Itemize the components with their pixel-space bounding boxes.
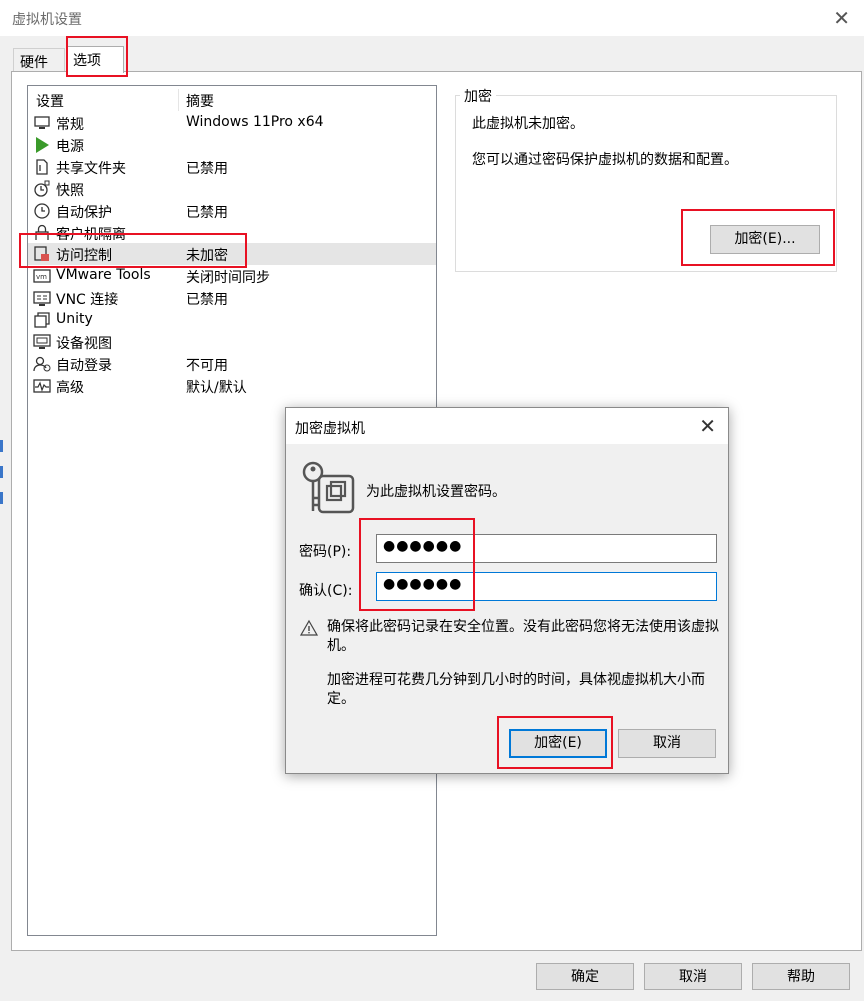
vm-settings-window: 虚拟机设置 ✕ 硬件 选项 设置 摘要 常规 Windows 11Pro x64… (0, 0, 864, 1001)
close-icon[interactable]: ✕ (833, 6, 850, 30)
dialog-close-icon[interactable]: ✕ (699, 414, 716, 438)
list-item-label: VMware Tools (56, 267, 151, 283)
list-item-label: VNC 连接 (56, 292, 119, 308)
vnc-icon (33, 289, 51, 307)
confirm-label: 确认(C): (299, 583, 353, 599)
list-item-summary: 默认/默认 (186, 380, 247, 396)
column-header-setting[interactable]: 设置 (36, 91, 64, 111)
dialog-intro-text: 为此虚拟机设置密码。 (366, 484, 506, 500)
list-item-vmware-tools[interactable]: vm VMware Tools 关闭时间同步 (28, 265, 436, 287)
dialog-title: 加密虚拟机 (295, 421, 365, 437)
list-item-summary: 已禁用 (186, 205, 228, 221)
list-item-label: 快照 (56, 183, 84, 199)
advanced-icon (33, 377, 51, 395)
list-item-label: 电源 (56, 139, 84, 155)
snapshot-icon (33, 180, 51, 198)
ok-button[interactable]: 确定 (536, 963, 634, 990)
list-item-summary: Windows 11Pro x64 (186, 114, 324, 130)
dialog-cancel-button[interactable]: 取消 (618, 729, 716, 758)
clock-icon (33, 202, 51, 220)
dialog-title-bar: 加密虚拟机 ✕ (286, 408, 728, 444)
list-item-power[interactable]: 电源 (28, 134, 436, 156)
warning-icon (299, 619, 319, 637)
password-field[interactable]: ●●●●●● (376, 534, 717, 563)
list-item-label: Unity (56, 311, 93, 327)
play-icon (33, 136, 51, 154)
duration-note-text: 加密进程可花费几分钟到几小时的时间，具体视虚拟机大小而定。 (327, 672, 705, 707)
cancel-button[interactable]: 取消 (644, 963, 742, 990)
monitor-icon (33, 114, 51, 132)
autologin-icon (33, 355, 51, 373)
encryption-description: 您可以通过密码保护虚拟机的数据和配置。 (472, 152, 738, 168)
list-item-label: 访问控制 (56, 248, 112, 264)
list-item-device-view[interactable]: 设备视图 (28, 331, 436, 353)
encryption-group-title: 加密 (460, 86, 496, 106)
column-header-summary[interactable]: 摘要 (186, 91, 214, 111)
shared-folder-icon (33, 158, 51, 176)
access-control-icon (33, 245, 51, 263)
title-bar: 虚拟机设置 ✕ (0, 0, 864, 36)
confirm-password-field[interactable]: ●●●●●● (376, 572, 717, 601)
list-item-autologin[interactable]: 自动登录 不可用 (28, 353, 436, 375)
list-item-vnc[interactable]: VNC 连接 已禁用 (28, 287, 436, 309)
background-window-edge (0, 440, 3, 510)
lock-icon (33, 224, 51, 240)
key-icon (299, 460, 355, 516)
list-item-guest-isolation[interactable]: 客户机隔离 (28, 222, 436, 240)
list-item-label: 设备视图 (56, 336, 112, 352)
warning-text: 确保将此密码记录在安全位置。没有此密码您将无法使用该虚拟机。 (327, 619, 719, 654)
list-item-summary: 未加密 (186, 248, 228, 264)
password-label: 密码(P): (299, 544, 352, 560)
list-item-summary: 关闭时间同步 (186, 270, 270, 286)
list-item-unity[interactable]: Unity (28, 309, 436, 331)
list-item-label: 常规 (56, 117, 84, 133)
list-item-general[interactable]: 常规 Windows 11Pro x64 (28, 112, 436, 134)
list-item-advanced[interactable]: 高级 默认/默认 (28, 375, 436, 397)
encrypt-vm-dialog: 加密虚拟机 ✕ 为此虚拟机设置密码。 密码(P): ●●●●●● 确认(C): … (285, 407, 729, 774)
encrypt-vm-button[interactable]: 加密(E)... (710, 225, 820, 254)
column-separator[interactable] (178, 89, 179, 111)
svg-text:vm: vm (36, 273, 47, 281)
list-item-label: 共享文件夹 (56, 161, 126, 177)
dialog-encrypt-button[interactable]: 加密(E) (509, 729, 607, 758)
window-title: 虚拟机设置 (12, 12, 82, 28)
encryption-status-text: 此虚拟机未加密。 (472, 116, 584, 132)
list-item-access-control[interactable]: 访问控制 未加密 (28, 243, 436, 265)
tab-options[interactable]: 选项 (66, 46, 124, 73)
list-item-label: 高级 (56, 380, 84, 396)
vmware-tools-icon: vm (33, 267, 51, 285)
list-item-label: 自动登录 (56, 358, 112, 374)
list-item-summary: 不可用 (186, 358, 228, 374)
list-item-label: 自动保护 (56, 205, 112, 221)
list-item-summary: 已禁用 (186, 292, 228, 308)
help-button[interactable]: 帮助 (752, 963, 850, 990)
list-item-label: 客户机隔离 (56, 227, 126, 240)
tab-hardware[interactable]: 硬件 (13, 48, 65, 72)
device-view-icon (33, 333, 51, 351)
unity-icon (33, 311, 51, 329)
list-item-autoprotect[interactable]: 自动保护 已禁用 (28, 200, 436, 222)
list-item-snapshots[interactable]: 快照 (28, 178, 436, 200)
list-item-shared-folders[interactable]: 共享文件夹 已禁用 (28, 156, 436, 178)
list-item-summary: 已禁用 (186, 161, 228, 177)
